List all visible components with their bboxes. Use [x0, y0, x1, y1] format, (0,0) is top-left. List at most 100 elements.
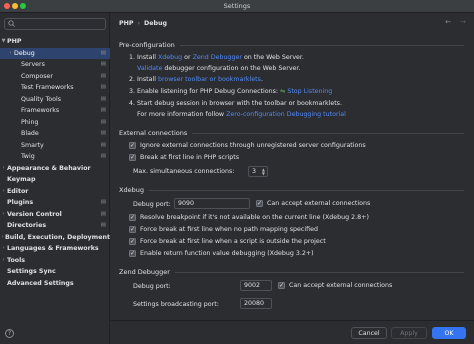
browser-toolbar-link[interactable]: browser toolbar or bookmarklets: [158, 76, 261, 83]
checkbox-label: Can accept external connections: [289, 282, 393, 289]
tree-item-quality-tools[interactable]: Quality Tools ▤: [0, 94, 110, 106]
chevron-right-icon[interactable]: ›: [0, 243, 7, 255]
section-divider: [179, 44, 464, 46]
chevron-right-icon[interactable]: ›: [0, 255, 7, 267]
broadcast-port-input[interactable]: [240, 298, 272, 309]
checkbox-label: Can accept external connections: [267, 200, 371, 207]
spinner-arrows-icon[interactable]: ▲ ▼: [262, 167, 265, 176]
zend-port-input[interactable]: [240, 280, 272, 291]
ignore-external-checkbox[interactable]: ✓ Ignore external connections through unr…: [129, 142, 366, 149]
chevron-down-icon[interactable]: ▼: [0, 36, 7, 48]
tree-item-twig[interactable]: Twig ▤: [0, 151, 110, 163]
checkmark-icon[interactable]: ✓: [129, 226, 136, 233]
tree-item-composer[interactable]: Composer ▤: [0, 71, 110, 83]
tree-item-label: Quality Tools: [21, 95, 62, 103]
section-divider: [148, 189, 464, 191]
tree-item-phing[interactable]: Phing ▤: [0, 117, 110, 129]
forward-arrow-icon[interactable]: →: [460, 18, 466, 26]
chevron-right-icon[interactable]: ›: [0, 209, 7, 221]
tree-item-tools[interactable]: › Tools: [0, 255, 110, 267]
help-button[interactable]: ?: [5, 329, 14, 338]
tree-item-editor[interactable]: › Editor: [0, 186, 110, 198]
back-arrow-icon[interactable]: ←: [445, 18, 451, 26]
force-break-no-mapping-checkbox[interactable]: ✓ Force break at first line when no path …: [129, 226, 318, 233]
tree-item-label: Directories: [7, 222, 47, 229]
cancel-button[interactable]: Cancel: [351, 327, 387, 339]
validate-link[interactable]: Validate: [137, 65, 162, 72]
xdebug-port-input[interactable]: [174, 198, 250, 209]
tree-item-version-control[interactable]: › Version Control ▤: [0, 209, 110, 221]
section-title: Xdebug: [119, 186, 144, 194]
tree-item-directories[interactable]: Directories ▤: [0, 220, 110, 232]
tree-item-frameworks[interactable]: Frameworks ▤: [0, 105, 110, 117]
broadcast-port-label: Settings broadcasting port:: [133, 301, 219, 308]
settings-sidebar: ▼ PHP › Debug ▤ Servers ▤ Composer ▤ Tes…: [0, 13, 110, 344]
maximize-window-button[interactable]: [20, 3, 26, 9]
resolve-breakpoint-checkbox[interactable]: ✓ Resolve breakpoint if it's not availabl…: [129, 214, 369, 221]
step-text: on the Web Server.: [241, 54, 304, 61]
tree-item-php[interactable]: ▼ PHP: [0, 36, 110, 48]
project-settings-icon: ▤: [100, 49, 106, 56]
tree-item-label: Debug: [14, 49, 35, 57]
checkmark-icon[interactable]: ✓: [129, 142, 136, 149]
search-field[interactable]: [4, 18, 106, 30]
listen-phone-icon[interactable]: ⇋: [280, 88, 285, 95]
step-text: 2. Install: [129, 76, 158, 83]
tree-item-plugins[interactable]: Plugins ▤: [0, 197, 110, 209]
tree-item-settings-sync[interactable]: Settings Sync: [0, 266, 110, 278]
step-text: 1. Install: [129, 54, 158, 61]
window-title: Settings: [223, 2, 251, 10]
force-break-outside-project-checkbox[interactable]: ✓ Force break at first line when a script…: [129, 238, 326, 245]
tree-item-keymap[interactable]: Keymap: [0, 174, 110, 186]
checkmark-icon[interactable]: ✓: [129, 238, 136, 245]
tree-item-debug[interactable]: › Debug ▤: [0, 47, 110, 60]
tree-item-appearance[interactable]: › Appearance & Behavior: [0, 163, 110, 175]
break-first-line-checkbox[interactable]: ✓ Break at first line in PHP scripts: [129, 154, 239, 161]
step-3: 3. Enable listening for PHP Debug Connec…: [129, 88, 332, 95]
return-value-debugging-checkbox[interactable]: ✓ Enable return function value debugging …: [129, 250, 314, 257]
project-settings-icon: ▤: [100, 84, 106, 90]
stop-listening-link[interactable]: Stop Listening: [287, 88, 332, 95]
settings-panel: PHP › Debug ← → Pre-configuration 1. Ins…: [111, 13, 474, 344]
xdebug-accept-external-checkbox[interactable]: ✓ Can accept external connections: [256, 200, 370, 207]
search-input[interactable]: [18, 20, 105, 28]
checkmark-icon[interactable]: ✓: [129, 154, 136, 161]
minimize-window-button[interactable]: [12, 3, 18, 9]
step-text: For more information follow: [137, 111, 227, 118]
tree-item-blade[interactable]: Blade ▤: [0, 128, 110, 140]
window-controls: [4, 3, 26, 9]
checkmark-icon[interactable]: ✓: [129, 214, 136, 221]
tree-item-label: Build, Execution, Deployment: [4, 233, 110, 241]
apply-button[interactable]: Apply: [391, 327, 427, 339]
xdebug-port-label: Debug port:: [133, 201, 171, 208]
checkmark-icon[interactable]: ✓: [256, 200, 263, 207]
max-connections-spinner[interactable]: 3 ▲ ▼: [248, 166, 268, 177]
tree-item-label: PHP: [7, 38, 22, 45]
tree-item-test-frameworks[interactable]: Test Frameworks ▤: [0, 82, 110, 94]
chevron-right-icon[interactable]: ›: [7, 48, 14, 60]
tree-item-servers[interactable]: Servers ▤: [0, 59, 110, 71]
step-text: debugger configuration on the Web Server…: [162, 65, 301, 72]
tree-item-languages[interactable]: › Languages & Frameworks: [0, 243, 110, 255]
checkmark-icon[interactable]: ✓: [278, 282, 285, 289]
tree-item-smarty[interactable]: Smarty ▤: [0, 140, 110, 152]
chevron-right-icon[interactable]: ›: [0, 186, 7, 198]
tree-item-build[interactable]: › Build, Execution, Deployment: [0, 232, 110, 244]
step-text: 3. Enable listening for PHP Debug Connec…: [129, 88, 281, 95]
max-connections-label: Max. simultaneous connections:: [133, 168, 235, 175]
checkmark-icon[interactable]: ✓: [129, 250, 136, 257]
tree-item-label: Tools: [7, 256, 26, 264]
ok-button[interactable]: OK: [432, 327, 466, 339]
close-window-button[interactable]: [4, 3, 10, 9]
chevron-right-icon[interactable]: ›: [0, 163, 7, 175]
tree-item-advanced-settings[interactable]: Advanced Settings: [0, 278, 110, 290]
step-text: or: [182, 54, 193, 61]
zend-debugger-link[interactable]: Zend Debugger: [193, 54, 242, 61]
breadcrumb-parent[interactable]: PHP: [119, 18, 134, 30]
tree-item-label: Servers: [21, 61, 45, 68]
zend-accept-external-checkbox[interactable]: ✓ Can accept external connections: [278, 282, 392, 289]
project-settings-icon: ▤: [100, 118, 106, 125]
zero-config-tutorial-link[interactable]: Zero-configuration Debugging tutorial: [226, 111, 346, 118]
breadcrumb-current: Debug: [144, 20, 168, 27]
xdebug-link[interactable]: Xdebug: [158, 54, 182, 61]
